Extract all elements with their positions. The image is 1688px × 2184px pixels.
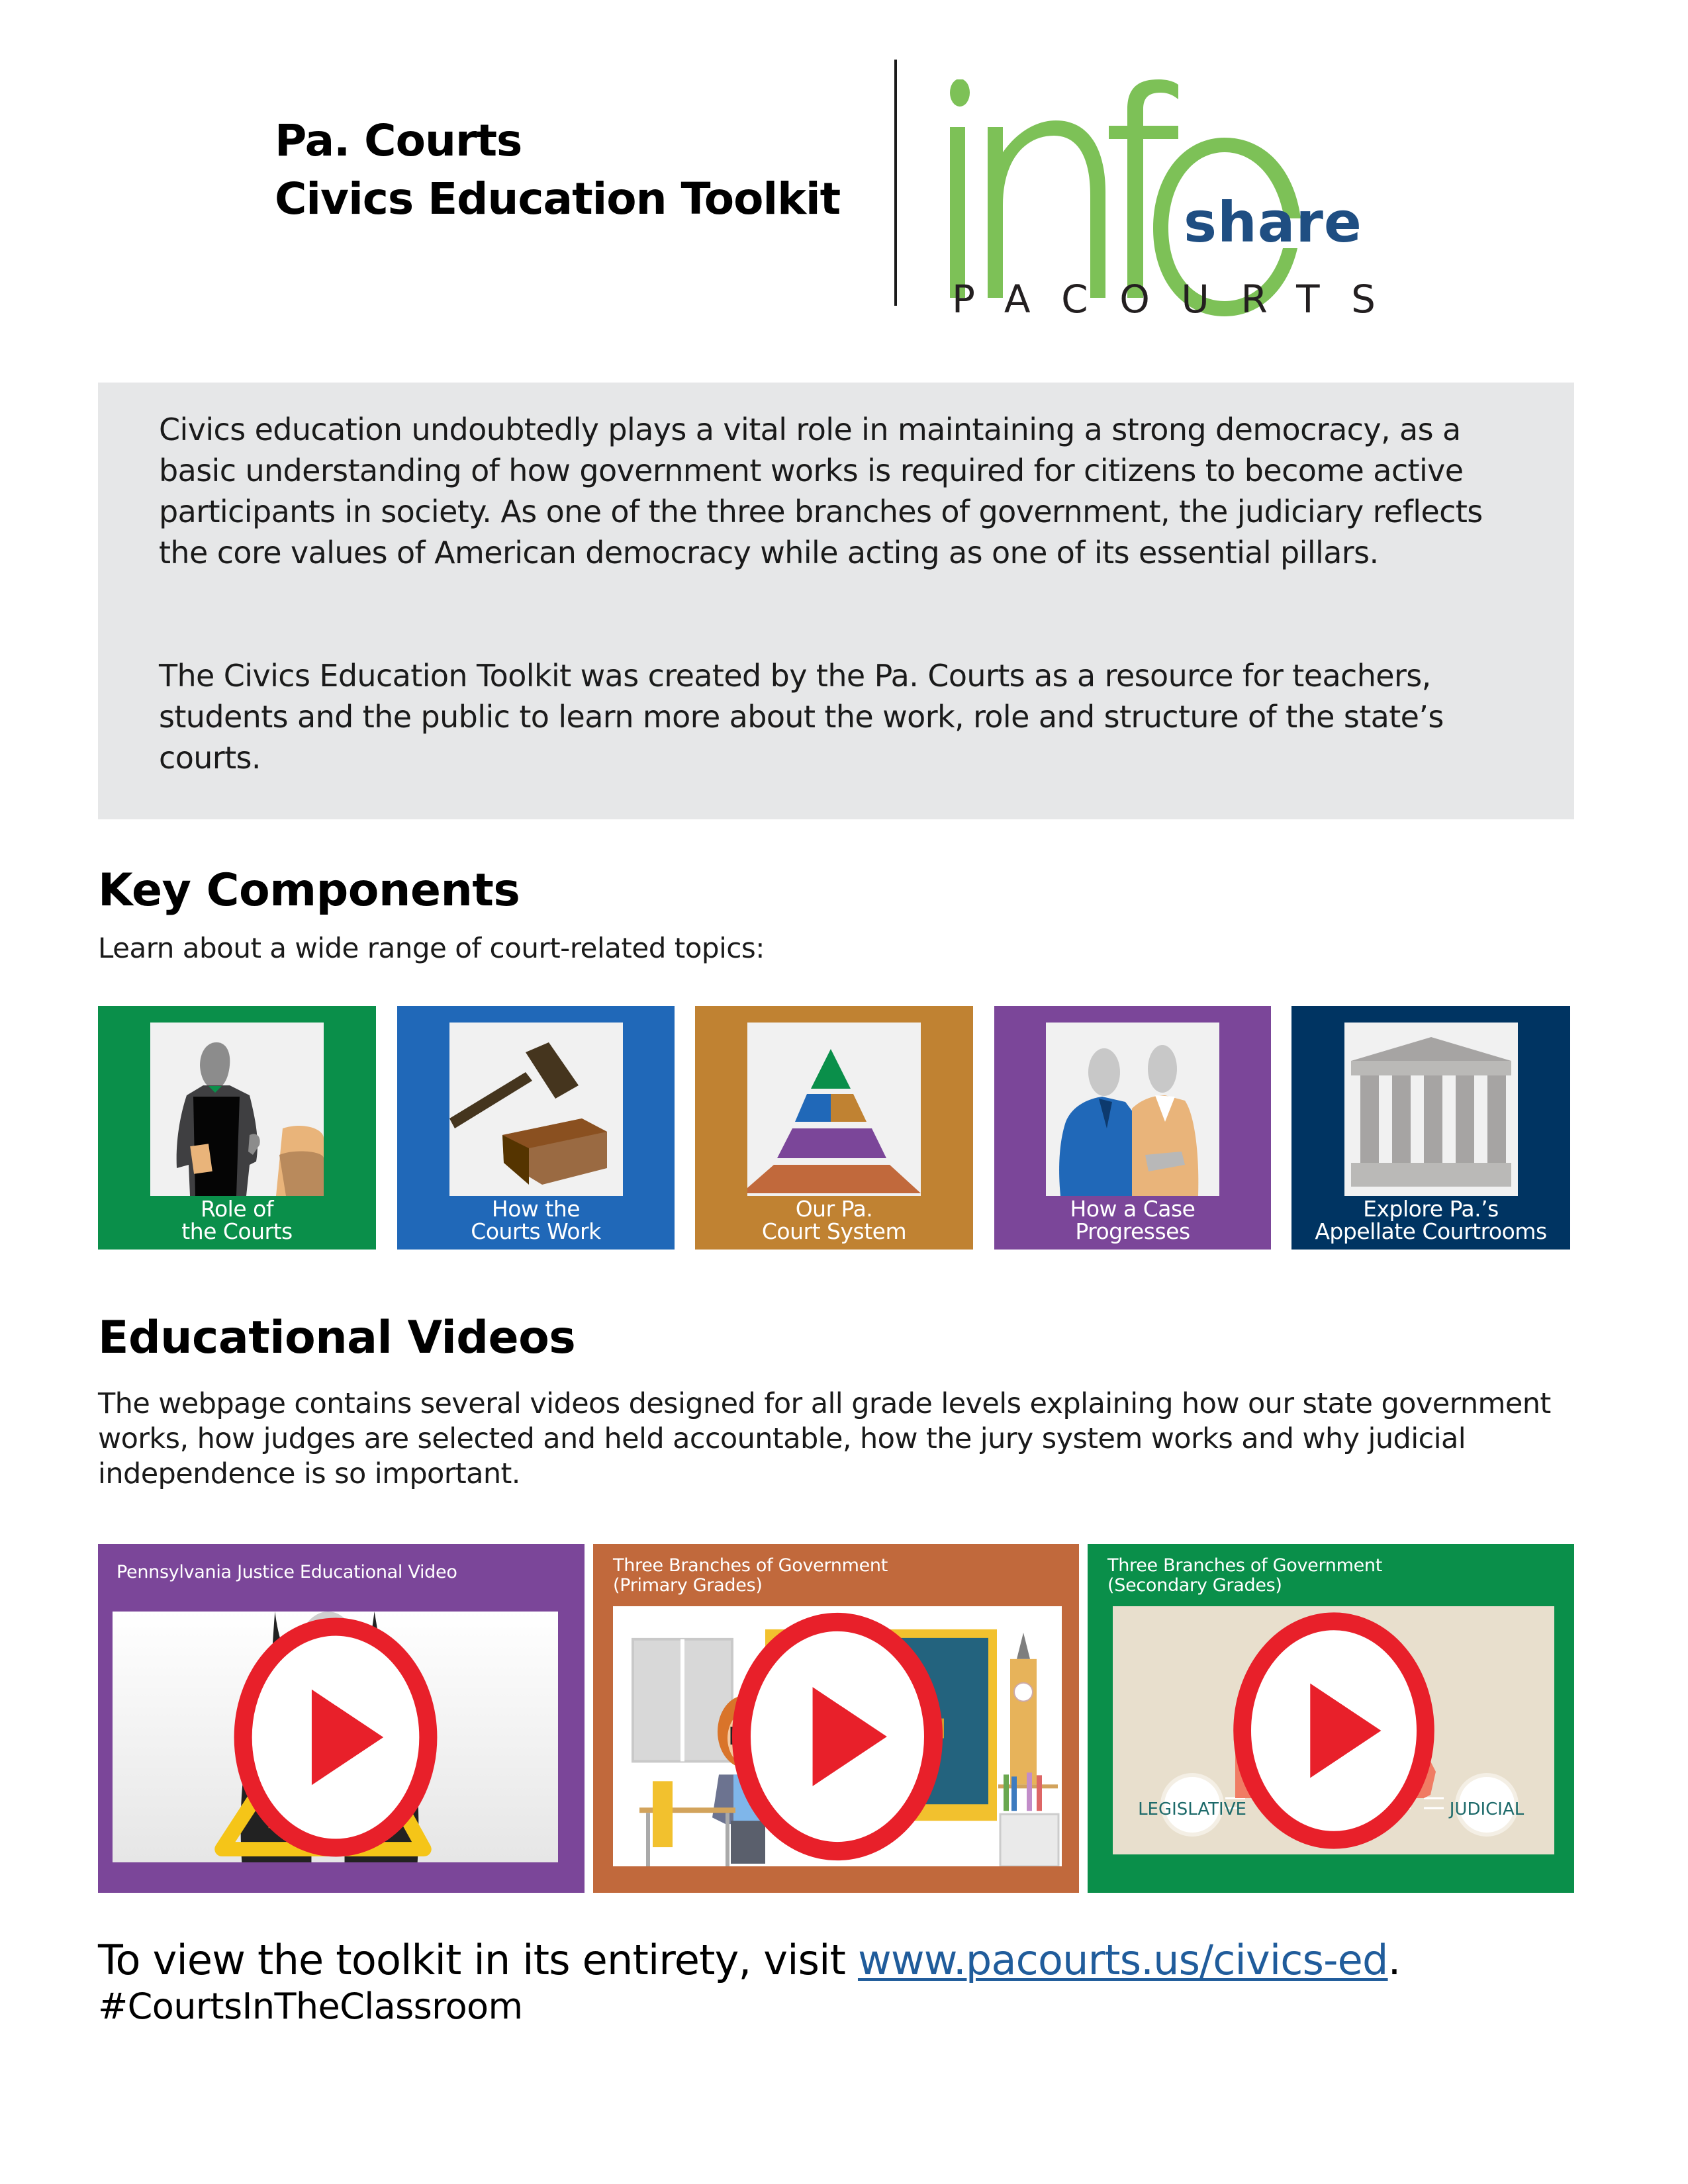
- footer-suffix: .: [1387, 1936, 1401, 1984]
- logo-i-stem: [950, 127, 965, 298]
- tile-label: Our Pa. Court System: [761, 1196, 907, 1244]
- video-title: Three Branches of Government (Primary Gr…: [613, 1555, 888, 1596]
- tile-how-the-courts-work[interactable]: How the Courts Work: [397, 1006, 675, 1250]
- infoshare-pacourts-logo: share PACOURTS: [940, 79, 1403, 322]
- video-thumbnail[interactable]: HOW THE ★ GOVERNMENT ★ WORKS: [613, 1606, 1062, 1866]
- footer-visit-line: To view the toolkit in its entirety, vis…: [98, 1936, 1401, 1984]
- play-button-icon[interactable]: [113, 1612, 558, 1862]
- logo-share-text: share: [1184, 190, 1362, 255]
- tile-label: Role of the Courts: [181, 1196, 293, 1244]
- play-button-icon[interactable]: [613, 1606, 1062, 1866]
- hashtag: #CourtsInTheClassroom: [98, 1985, 523, 2027]
- video-thumbnail[interactable]: EXECUTIVE LEGISLATIVE JUDICIAL THREE BRA…: [1113, 1606, 1554, 1854]
- logo-n: [988, 120, 1105, 298]
- tile-label: How a Case Progresses: [1070, 1196, 1196, 1244]
- civics-ed-link[interactable]: www.pacourts.us/civics-ed: [858, 1936, 1388, 1984]
- page-title-line-1: Pa. Courts: [275, 115, 522, 166]
- tile-how-a-case-progresses[interactable]: How a Case Progresses: [994, 1006, 1271, 1250]
- video-title: Three Branches of Government (Secondary …: [1107, 1555, 1383, 1596]
- pyramid-icon: [747, 1023, 921, 1196]
- key-components-subtitle: Learn about a wide range of court-relate…: [98, 932, 765, 964]
- educational-videos-heading: Educational Videos: [98, 1312, 576, 1364]
- intro-paragraph-2: The Civics Education Toolkit was created…: [159, 658, 1444, 776]
- video-title: Pennsylvania Justice Educational Video: [117, 1562, 457, 1582]
- video-card-three-branches-primary[interactable]: Three Branches of Government (Primary Gr…: [593, 1544, 1079, 1893]
- tile-label: Explore Pa.’s Appellate Courtrooms: [1315, 1196, 1547, 1244]
- educational-videos-description: The webpage contains several videos desi…: [98, 1387, 1551, 1490]
- video-card-three-branches-secondary[interactable]: Three Branches of Government (Secondary …: [1088, 1544, 1574, 1893]
- tile-label: How the Courts Work: [471, 1196, 601, 1244]
- courthouse-icon: [1344, 1023, 1518, 1196]
- page-title-line-2: Civics Education Toolkit: [275, 173, 841, 224]
- judge-icon: [150, 1023, 324, 1196]
- footer-prefix: To view the toolkit in its entirety, vis…: [98, 1936, 858, 1984]
- people-icon: [1046, 1023, 1219, 1196]
- intro-paragraph-1: Civics education undoubtedly plays a vit…: [159, 412, 1483, 570]
- gavel-icon: [449, 1023, 623, 1196]
- video-card-pennsylvania-justice[interactable]: Pennsylvania Justice Educational Video 2…: [98, 1544, 585, 1893]
- tile-our-pa-court-system[interactable]: Our Pa. Court System: [695, 1006, 973, 1250]
- logo-i-dot: [950, 79, 970, 107]
- video-thumbnail[interactable]: 2 1: [113, 1612, 558, 1862]
- header-divider: [894, 60, 897, 306]
- intro-box: Civics education undoubtedly plays a vit…: [98, 383, 1574, 819]
- logo-pacourts-text: PACOURTS: [952, 277, 1376, 318]
- tile-role-of-the-courts[interactable]: Role of the Courts: [98, 1006, 376, 1250]
- play-button-icon[interactable]: [1113, 1606, 1554, 1854]
- tile-explore-appellate-courtrooms[interactable]: Explore Pa.’s Appellate Courtrooms: [1291, 1006, 1570, 1250]
- key-components-heading: Key Components: [98, 864, 520, 917]
